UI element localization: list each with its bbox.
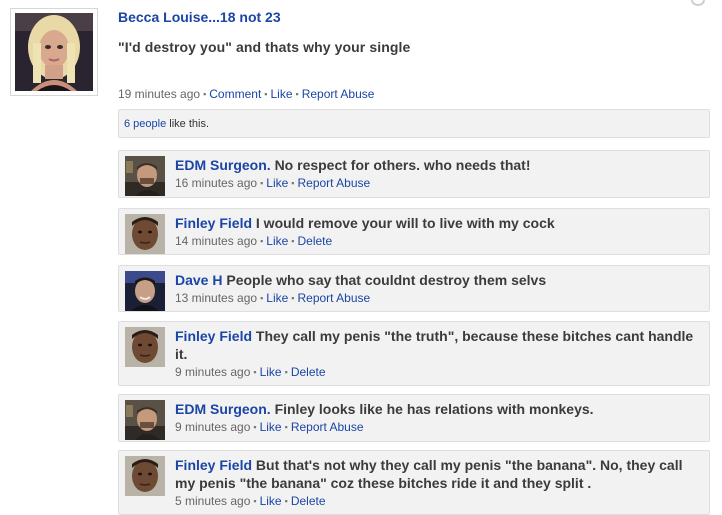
commenter-avatar[interactable] — [125, 271, 165, 311]
comment-like-link[interactable]: Like — [266, 234, 288, 248]
separator-dot: ▪ — [253, 367, 257, 377]
commenter-name-link[interactable]: Finley Field — [175, 215, 252, 231]
separator-dot: ▪ — [284, 422, 288, 432]
comment-item: EDM Surgeon. No respect for others. who … — [118, 150, 710, 198]
comment-message: People who say that couldnt destroy them… — [226, 272, 547, 288]
post-timestamp: 19 minutes ago — [118, 87, 201, 101]
separator-dot: ▪ — [253, 496, 257, 506]
separator-dot: ▪ — [260, 236, 264, 246]
comment-item: EDM Surgeon. Finley looks like he has re… — [118, 394, 710, 442]
report-abuse-link[interactable]: Report Abuse — [297, 291, 370, 305]
commenter-avatar[interactable] — [125, 400, 165, 440]
comment-message: They call my penis "the truth", because … — [175, 328, 694, 362]
commenter-name-link[interactable]: Finley Field — [175, 328, 252, 344]
comment-text: Finley Field They call my penis "the tru… — [175, 327, 703, 363]
comment-item: Finley Field They call my penis "the tru… — [118, 321, 710, 386]
comment-timestamp: 9 minutes ago — [175, 420, 251, 434]
comment-message: I would remove your will to live with my… — [255, 215, 555, 231]
comment-timestamp: 13 minutes ago — [175, 291, 258, 305]
comment-meta: 14 minutes ago ▪ Like ▪ Delete — [175, 234, 703, 248]
poster-avatar[interactable] — [10, 8, 98, 96]
comment-timestamp: 14 minutes ago — [175, 234, 258, 248]
comment-text: EDM Surgeon. No respect for others. who … — [175, 156, 703, 174]
close-icon[interactable] — [691, 0, 705, 6]
comment-text: Finley Field But that's not why they cal… — [175, 456, 703, 492]
comment-meta: 5 minutes ago ▪ Like ▪ Delete — [175, 494, 703, 508]
like-link[interactable]: Like — [270, 87, 292, 101]
commenter-avatar[interactable] — [125, 156, 165, 196]
separator-dot: ▪ — [260, 293, 264, 303]
commenter-avatar[interactable] — [125, 214, 165, 254]
comment-meta: 9 minutes ago ▪ Like ▪ Delete — [175, 365, 703, 379]
comment-item: Finley Field But that's not why they cal… — [118, 450, 710, 515]
comment-message: Finley looks like he has relations with … — [274, 401, 594, 417]
likes-suffix: like this. — [166, 118, 210, 130]
comment-item: Dave H People who say that couldnt destr… — [118, 265, 710, 312]
comment-like-link[interactable]: Like — [266, 291, 288, 305]
commenter-avatar[interactable] — [125, 327, 165, 367]
comment-meta: 9 minutes ago ▪ Like ▪ Report Abuse — [175, 420, 703, 434]
comment-timestamp: 16 minutes ago — [175, 176, 258, 190]
comment-meta: 13 minutes ago ▪ Like ▪ Report Abuse — [175, 291, 703, 305]
separator-dot: ▪ — [284, 367, 288, 377]
comment-link[interactable]: Comment — [209, 87, 261, 101]
status-post: Becca Louise...18 not 23 "I'd destroy yo… — [118, 9, 708, 101]
commenter-name-link[interactable]: EDM Surgeon. — [175, 401, 271, 417]
comment-like-link[interactable]: Like — [260, 420, 282, 434]
comment-message: But that's not why they call my penis "t… — [175, 457, 683, 491]
comment-text: Dave H People who say that couldnt destr… — [175, 271, 703, 289]
comment-item: Finley Field I would remove your will to… — [118, 208, 710, 255]
likes-summary: 6 people like this. — [118, 109, 710, 138]
poster-photo — [15, 13, 93, 91]
report-abuse-link[interactable]: Report Abuse — [297, 176, 370, 190]
commenter-name-link[interactable]: Dave H — [175, 272, 222, 288]
comment-like-link[interactable]: Like — [260, 494, 282, 508]
comment-like-link[interactable]: Like — [260, 365, 282, 379]
comment-text: Finley Field I would remove your will to… — [175, 214, 703, 232]
separator-dot: ▪ — [260, 178, 264, 188]
comment-timestamp: 9 minutes ago — [175, 365, 251, 379]
post-meta: 19 minutes ago ▪ Comment ▪ Like ▪ Report Abuse — [118, 87, 708, 101]
post-text: "I'd destroy you" and thats why your sin… — [118, 39, 411, 55]
comment-like-link[interactable]: Like — [266, 176, 288, 190]
report-abuse-link[interactable]: Report Abuse — [302, 87, 375, 101]
poster-name-link[interactable]: Becca Louise...18 not 23 — [118, 9, 281, 25]
separator-dot: ▪ — [203, 89, 207, 99]
commenter-name-link[interactable]: Finley Field — [175, 457, 252, 473]
comment-text: EDM Surgeon. Finley looks like he has re… — [175, 400, 703, 418]
comment-meta: 16 minutes ago ▪ Like ▪ Report Abuse — [175, 176, 703, 190]
delete-link[interactable]: Delete — [297, 234, 332, 248]
comment-message: No respect for others. who needs that! — [274, 157, 531, 173]
comment-timestamp: 5 minutes ago — [175, 494, 251, 508]
separator-dot: ▪ — [253, 422, 257, 432]
commenter-avatar[interactable] — [125, 456, 165, 496]
separator-dot: ▪ — [284, 496, 288, 506]
delete-link[interactable]: Delete — [291, 365, 326, 379]
likers-link[interactable]: 6 people — [124, 118, 166, 130]
delete-link[interactable]: Delete — [291, 494, 326, 508]
report-abuse-link[interactable]: Report Abuse — [291, 420, 364, 434]
commenter-name-link[interactable]: EDM Surgeon. — [175, 157, 271, 173]
separator-dot: ▪ — [295, 89, 299, 99]
